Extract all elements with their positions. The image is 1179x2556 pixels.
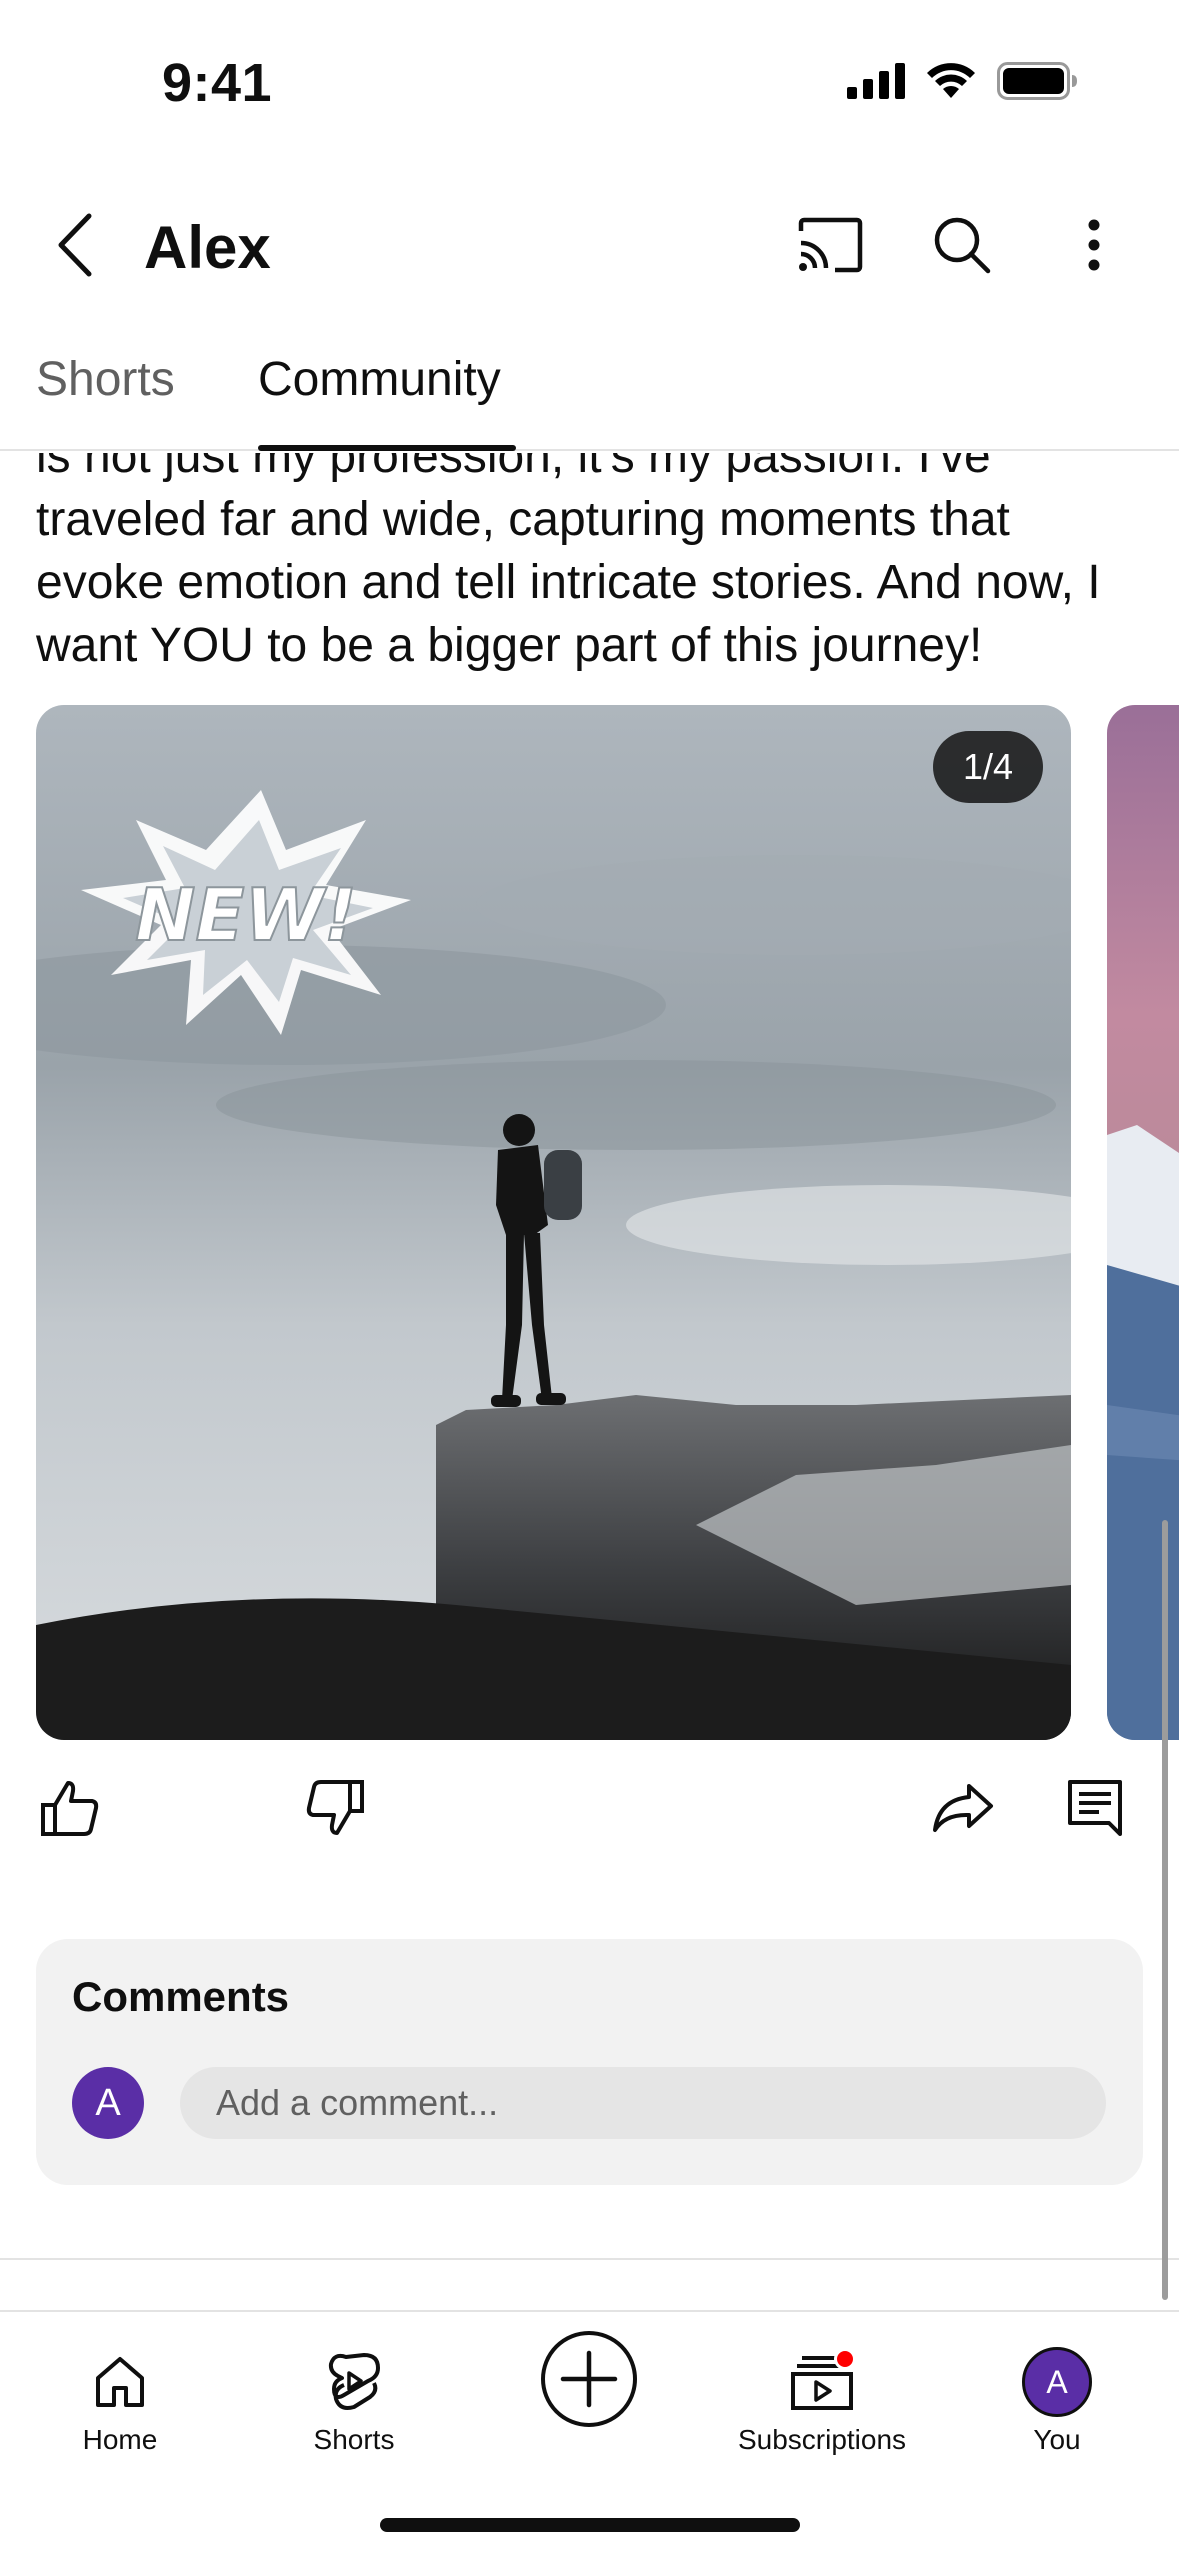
- nav-shorts[interactable]: Shorts: [254, 2312, 454, 2456]
- nav-you[interactable]: A You: [957, 2312, 1157, 2456]
- post-image[interactable]: NEW! 1/4: [36, 705, 1071, 1740]
- post-actions: [0, 1763, 1179, 1873]
- avatar: A: [1022, 2347, 1092, 2417]
- create-button[interactable]: [541, 2331, 637, 2427]
- create-icon: [560, 2350, 618, 2408]
- status-bar: 9:41: [0, 0, 1179, 175]
- divider: [0, 2258, 1179, 2260]
- image-page-indicator: 1/4: [933, 731, 1043, 803]
- tab-shorts[interactable]: Shorts: [36, 352, 175, 407]
- share-icon: [933, 1784, 993, 1832]
- comments-button[interactable]: [1050, 1763, 1140, 1853]
- nav-subscriptions[interactable]: Subscriptions: [722, 2312, 922, 2456]
- status-time: 9:41: [162, 53, 273, 113]
- new-burst-text: NEW!: [135, 873, 357, 957]
- more-options-button[interactable]: [1054, 205, 1134, 285]
- status-icons: [847, 62, 1079, 100]
- cast-icon: [798, 217, 863, 273]
- add-comment-input[interactable]: Add a comment...: [180, 2067, 1106, 2139]
- tab-community[interactable]: Community: [258, 352, 501, 407]
- thumbs-down-icon: [306, 1780, 364, 1835]
- comments-section[interactable]: Comments A Add a comment...: [36, 1939, 1143, 2185]
- back-button[interactable]: [40, 205, 110, 285]
- like-button[interactable]: [25, 1763, 115, 1853]
- you-avatar-wrap: A: [1017, 2342, 1097, 2422]
- battery-icon: [997, 62, 1077, 100]
- nav-label-home: Home: [82, 2424, 158, 2455]
- nav-label-you: You: [1033, 2424, 1081, 2455]
- notification-dot: [834, 2348, 856, 2370]
- channel-tabs: Shorts Community: [0, 338, 1179, 451]
- community-feed[interactable]: is not just my profession, it's my passi…: [0, 453, 1179, 2309]
- subscriptions-icon: [782, 2342, 862, 2422]
- hiker-on-cliff-image: NEW!: [36, 705, 1071, 1740]
- snowy-landscape-image: [1107, 705, 1179, 1740]
- nav-home[interactable]: Home: [20, 2312, 220, 2456]
- home-indicator: [380, 2518, 800, 2532]
- comments-title: Comments: [72, 1973, 290, 2020]
- scrollbar[interactable]: [1162, 1520, 1168, 2300]
- home-icon: [80, 2342, 160, 2422]
- cellular-signal-icon: [847, 63, 905, 99]
- page-title: Alex: [144, 214, 271, 281]
- channel-header: Alex: [0, 175, 1179, 315]
- share-button[interactable]: [918, 1763, 1008, 1853]
- thumbs-up-icon: [41, 1781, 99, 1836]
- avatar: A: [72, 2067, 144, 2139]
- comment-icon: [1068, 1780, 1122, 1836]
- cast-button[interactable]: [790, 205, 870, 285]
- nav-label-shorts: Shorts: [313, 2424, 395, 2455]
- nav-label-subscriptions: Subscriptions: [737, 2424, 907, 2455]
- next-image-preview[interactable]: [1107, 705, 1179, 1740]
- active-tab-indicator: [258, 445, 516, 451]
- dislike-button[interactable]: [290, 1763, 380, 1853]
- post-text: is not just my profession, it's my passi…: [36, 453, 1101, 672]
- search-button[interactable]: [922, 205, 1002, 285]
- search-icon: [934, 217, 991, 274]
- shorts-icon: [314, 2342, 394, 2422]
- wifi-icon: [927, 63, 975, 98]
- more-vert-icon: [1088, 219, 1100, 271]
- chevron-left-icon: [58, 213, 92, 277]
